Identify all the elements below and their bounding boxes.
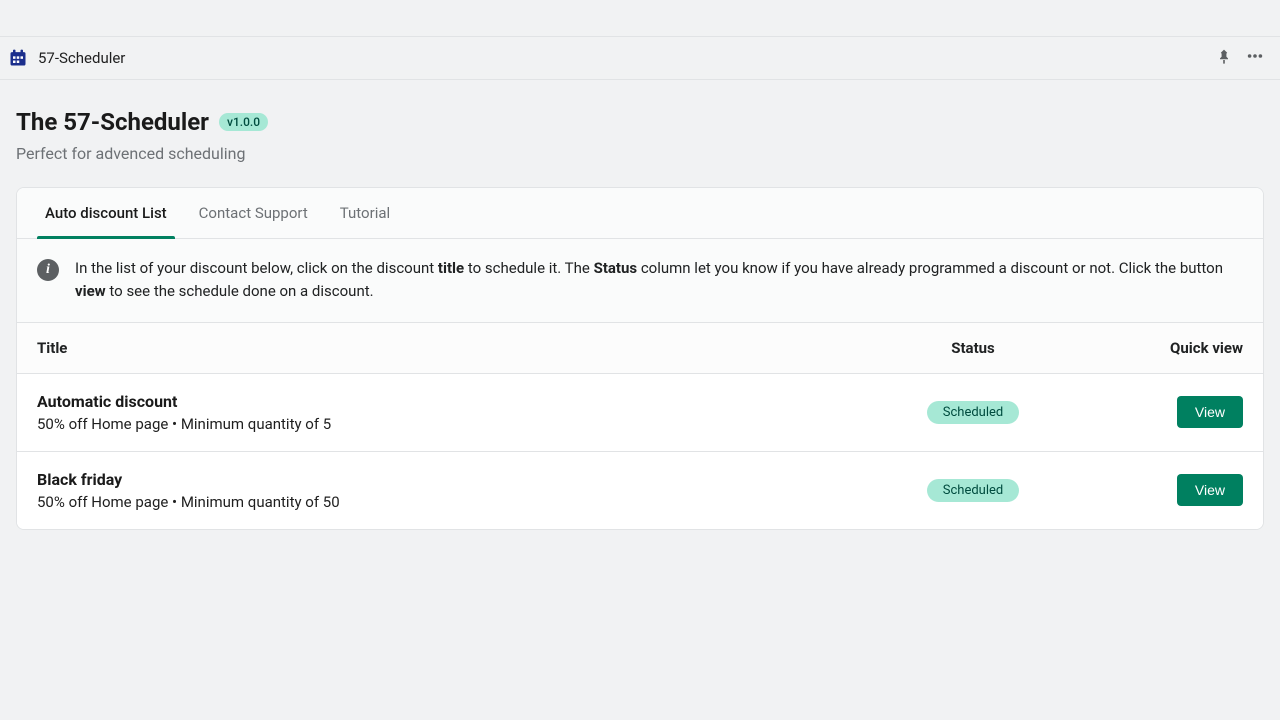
- discount-title[interactable]: Automatic discount: [37, 392, 863, 411]
- page-header: The 57-Scheduler v1.0.0 Perfect for adve…: [16, 80, 1264, 187]
- main-card: Auto discount List Contact Support Tutor…: [16, 187, 1264, 530]
- info-text-part: In the list of your discount below, clic…: [75, 259, 438, 277]
- view-button[interactable]: View: [1177, 396, 1243, 428]
- row-action: View: [1083, 396, 1243, 428]
- discount-subtitle: 50% off Home page • Minimum quantity of …: [37, 493, 863, 511]
- table-header-status: Status: [863, 339, 1083, 357]
- info-text-part: to see the schedule done on a discount.: [106, 282, 374, 300]
- info-bold-status: Status: [594, 259, 638, 277]
- info-text-part: column let you know if you have already …: [637, 259, 1223, 277]
- topbar-right: [1216, 47, 1264, 69]
- view-button[interactable]: View: [1177, 474, 1243, 506]
- table-header: Title Status Quick view: [17, 323, 1263, 374]
- row-status: Scheduled: [863, 401, 1083, 424]
- table-row: Black friday 50% off Home page • Minimum…: [17, 452, 1263, 529]
- table-header-action: Quick view: [1083, 339, 1243, 357]
- tab-tutorial[interactable]: Tutorial: [324, 188, 406, 238]
- tab-contact-support[interactable]: Contact Support: [183, 188, 324, 238]
- app-logo-icon: [8, 48, 28, 68]
- app-name: 57-Scheduler: [38, 49, 125, 67]
- title-row: The 57-Scheduler v1.0.0: [16, 108, 1264, 136]
- topbar-left: 57-Scheduler: [8, 48, 125, 68]
- row-title-block: Automatic discount 50% off Home page • M…: [37, 392, 863, 433]
- info-bold-view: view: [75, 282, 106, 300]
- info-banner: i In the list of your discount below, cl…: [17, 239, 1263, 323]
- info-text-part: to schedule it. The: [464, 259, 593, 277]
- page-title: The 57-Scheduler: [16, 108, 209, 136]
- discount-subtitle: 50% off Home page • Minimum quantity of …: [37, 415, 863, 433]
- info-bold-title: title: [438, 259, 464, 277]
- row-title-block: Black friday 50% off Home page • Minimum…: [37, 470, 863, 511]
- content: The 57-Scheduler v1.0.0 Perfect for adve…: [0, 80, 1280, 530]
- tab-auto-discount-list[interactable]: Auto discount List: [29, 188, 183, 238]
- more-icon[interactable]: [1246, 47, 1264, 69]
- row-status: Scheduled: [863, 479, 1083, 502]
- table-row: Automatic discount 50% off Home page • M…: [17, 374, 1263, 452]
- topbar: 57-Scheduler: [0, 36, 1280, 80]
- pin-icon[interactable]: [1216, 48, 1232, 68]
- discount-title[interactable]: Black friday: [37, 470, 863, 489]
- status-badge: Scheduled: [927, 479, 1019, 502]
- row-action: View: [1083, 474, 1243, 506]
- status-badge: Scheduled: [927, 401, 1019, 424]
- tabs: Auto discount List Contact Support Tutor…: [17, 188, 1263, 239]
- info-icon: i: [37, 259, 59, 281]
- version-badge: v1.0.0: [219, 113, 268, 131]
- table-header-title: Title: [37, 339, 863, 357]
- page-subtitle: Perfect for advenced scheduling: [16, 144, 1264, 163]
- info-text: In the list of your discount below, clic…: [75, 257, 1243, 304]
